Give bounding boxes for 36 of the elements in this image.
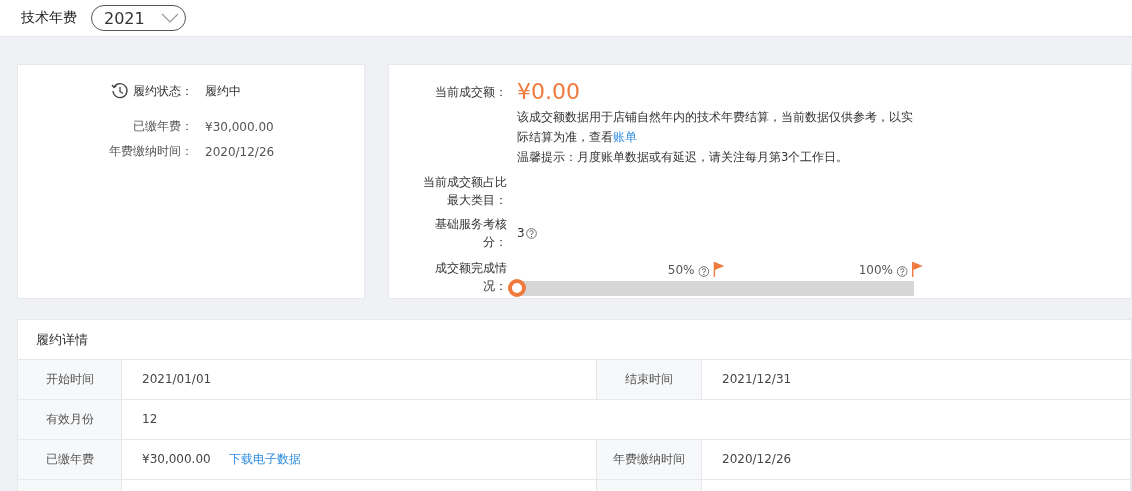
table-value: ¥30,000.00 (142, 451, 211, 468)
help-icon[interactable] (698, 266, 710, 277)
field-label: 基础服务考核分： (434, 216, 507, 251)
field-value: ¥30,000.00 (205, 119, 275, 134)
table-label-cell: 年费缴纳时间 (597, 440, 702, 479)
chevron-down-icon (161, 13, 179, 23)
bill-link[interactable]: 账单 (613, 130, 637, 144)
table-label-cell: 开始时间 (18, 360, 122, 399)
help-icon[interactable] (525, 227, 537, 239)
table-label-cell: 结束时间 (597, 360, 702, 399)
turnover-amount: ¥0.00 (517, 78, 581, 106)
field-value: 2020/12/26 (205, 144, 276, 159)
year-select[interactable]: 2021 (91, 5, 186, 31)
field-label: 当前成交额占比最大类目： (422, 174, 507, 209)
note-text: 该成交额数据用于店铺自然年内的技术年费结算，当前数据仅供参考，以实际结算为准，查看账单 (517, 109, 914, 146)
table-cell: 12 (122, 400, 1131, 439)
field-label: 当前成交额： (435, 84, 507, 101)
help-icon[interactable] (897, 266, 908, 277)
download-link[interactable]: 下载电子数据 (228, 440, 301, 479)
field-label: 成交额完成情况： (434, 260, 507, 295)
table-cell: 2020/12/26 (702, 440, 1131, 479)
score-value: 3 (517, 226, 525, 240)
field-label: 年费缴纳时间： (109, 143, 193, 160)
milestone-label: 50% (667, 263, 695, 277)
table-label-cell: 有效月份 (18, 400, 122, 439)
table-cell: 2021/12/31 (702, 360, 1131, 399)
history-icon (111, 82, 129, 100)
flag-icon (713, 261, 726, 277)
flag-icon (912, 261, 924, 277)
page-title: 技术年费 (21, 9, 77, 27)
field-label: 已缴年费： (133, 118, 193, 135)
field-label: 履约状态： (133, 82, 193, 100)
tip-text: 温馨提示：月度账单数据或有延迟，请关注每月第3个工作日。 (517, 149, 850, 166)
milestone-label: 100% (858, 263, 893, 277)
field-value: 履约中 (205, 82, 242, 100)
table-label-cell: 已缴年费 (18, 440, 122, 479)
